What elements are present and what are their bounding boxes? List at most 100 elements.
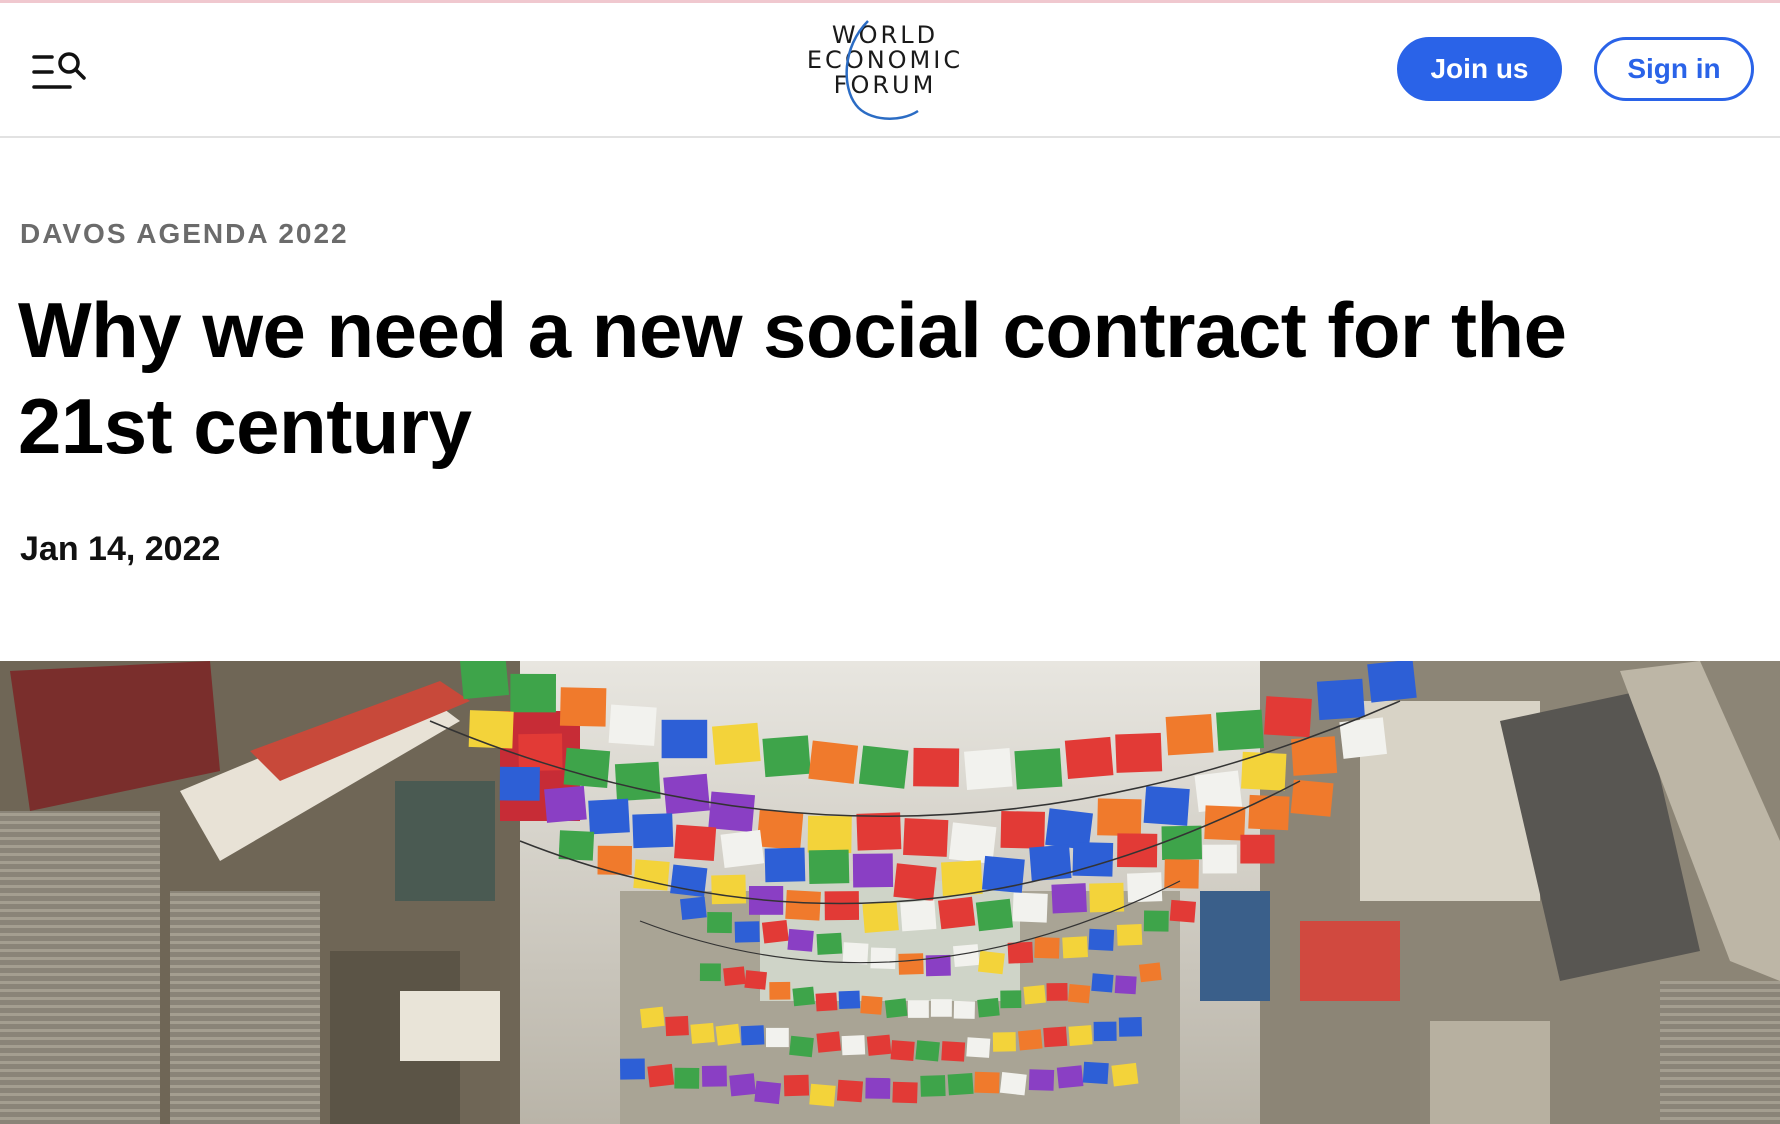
- prayer-flag: [1014, 748, 1063, 790]
- prayer-flag: [1161, 825, 1203, 860]
- prayer-flag: [708, 791, 756, 832]
- prayer-flag: [930, 999, 952, 1017]
- prayer-flag: [856, 812, 902, 851]
- prayer-flag: [701, 1065, 727, 1087]
- prayer-flag: [1062, 936, 1088, 959]
- prayer-flag: [809, 1083, 836, 1107]
- prayer-flag: [816, 1031, 842, 1053]
- prayer-flag: [1051, 883, 1087, 914]
- prayer-flag: [792, 986, 815, 1007]
- prayer-flag: [870, 947, 896, 970]
- prayer-flag: [1064, 736, 1114, 779]
- prayer-flag: [712, 722, 761, 765]
- join-us-button[interactable]: Join us: [1397, 37, 1562, 101]
- prayer-flag: [756, 809, 804, 851]
- prayer-flag: [1072, 842, 1114, 877]
- prayer-flag: [1089, 882, 1125, 913]
- article-title: Why we need a new social contract for th…: [18, 286, 1567, 470]
- prayer-flag: [665, 1015, 689, 1037]
- prayer-flag: [1018, 1029, 1043, 1051]
- prayer-flag: [907, 1000, 929, 1018]
- prayer-flag: [913, 747, 960, 787]
- prayer-flag: [614, 761, 661, 802]
- prayer-flag: [1164, 859, 1199, 889]
- prayer-flag: [1000, 811, 1045, 849]
- prayer-flag: [900, 900, 937, 932]
- prayer-flag: [966, 1037, 991, 1058]
- prayer-flag: [808, 849, 850, 884]
- prayer-flag: [608, 704, 657, 746]
- prayer-flag: [597, 845, 632, 875]
- prayer-flag: [1202, 844, 1237, 874]
- prayer-flag: [903, 818, 949, 857]
- prayer-flag: [1046, 982, 1068, 1001]
- prayer-flag: [1000, 990, 1022, 1009]
- prayer-flag: [1316, 678, 1365, 721]
- prayer-flag: [744, 970, 767, 990]
- prayer-flag: [663, 773, 711, 815]
- prayer-flag: [1263, 696, 1312, 738]
- prayer-flag: [468, 710, 514, 749]
- prayer-flag: [892, 1081, 918, 1104]
- prayer-flag: [824, 891, 860, 921]
- menu-search-icon: [32, 52, 86, 89]
- prayer-flag: [1240, 834, 1275, 864]
- prayer-flag: [620, 1058, 645, 1080]
- prayer-flag: [977, 950, 1005, 975]
- prayer-flag: [673, 824, 717, 861]
- prayer-flag: [1138, 962, 1162, 983]
- sign-in-button[interactable]: Sign in: [1594, 37, 1754, 101]
- prayer-flag: [884, 998, 908, 1019]
- prayer-flag: [1043, 1026, 1068, 1048]
- prayer-flag: [1117, 833, 1158, 868]
- prayer-flag: [1118, 1017, 1143, 1037]
- prayer-flag: [815, 992, 838, 1012]
- prayer-flag: [1068, 984, 1091, 1004]
- prayer-flag: [1029, 844, 1072, 882]
- prayer-flag: [460, 661, 510, 700]
- prayer-flag: [953, 1000, 975, 1019]
- prayer-flag: [762, 735, 811, 778]
- prayer-flag: [1023, 984, 1046, 1005]
- wef-logo[interactable]: WORLD ECONOMIC FORUM: [790, 17, 980, 125]
- prayer-flag: [1165, 714, 1214, 756]
- prayer-flag: [740, 1025, 765, 1046]
- prayer-flag: [893, 863, 937, 901]
- hero-street-illustration: [0, 661, 1780, 1124]
- prayer-flag: [975, 898, 1014, 932]
- prayer-flag: [563, 747, 611, 788]
- prayer-flag: [963, 748, 1013, 790]
- prayer-flag: [1143, 910, 1169, 932]
- prayer-flag: [632, 813, 674, 849]
- prayer-flag: [785, 889, 821, 921]
- prayer-flag: [941, 860, 983, 897]
- site-header: WORLD ECONOMIC FORUM Join us Sign in: [0, 3, 1780, 138]
- prayer-flag: [1093, 1021, 1117, 1042]
- prayer-flag: [1194, 770, 1243, 813]
- hero-image: [0, 661, 1780, 1124]
- article-category[interactable]: DAVOS AGENDA 2022: [20, 218, 349, 250]
- prayer-flag: [860, 995, 883, 1015]
- prayer-flag: [1028, 1069, 1055, 1091]
- prayer-flag: [707, 911, 732, 934]
- prayer-flag: [499, 766, 540, 801]
- prayer-flag: [729, 1073, 756, 1097]
- prayer-flag: [915, 1040, 940, 1062]
- prayer-flag: [1290, 779, 1334, 817]
- menu-search-button[interactable]: [32, 49, 88, 95]
- prayer-flag: [898, 953, 924, 975]
- prayer-flag: [938, 896, 976, 930]
- prayer-flag: [842, 942, 869, 965]
- prayer-flag: [1091, 973, 1114, 993]
- prayer-flag: [999, 1072, 1027, 1096]
- prayer-flag: [838, 990, 861, 1009]
- prayer-flag: [1248, 794, 1290, 831]
- prayer-flag: [841, 1035, 866, 1056]
- prayer-flag: [977, 997, 1000, 1018]
- prayer-flag: [1012, 892, 1048, 923]
- prayer-flag: [1068, 1025, 1093, 1046]
- prayer-flag: [1241, 751, 1287, 791]
- prayer-flag: [766, 1027, 789, 1048]
- prayer-flag: [1116, 924, 1143, 946]
- prayer-flag: [865, 1077, 891, 1099]
